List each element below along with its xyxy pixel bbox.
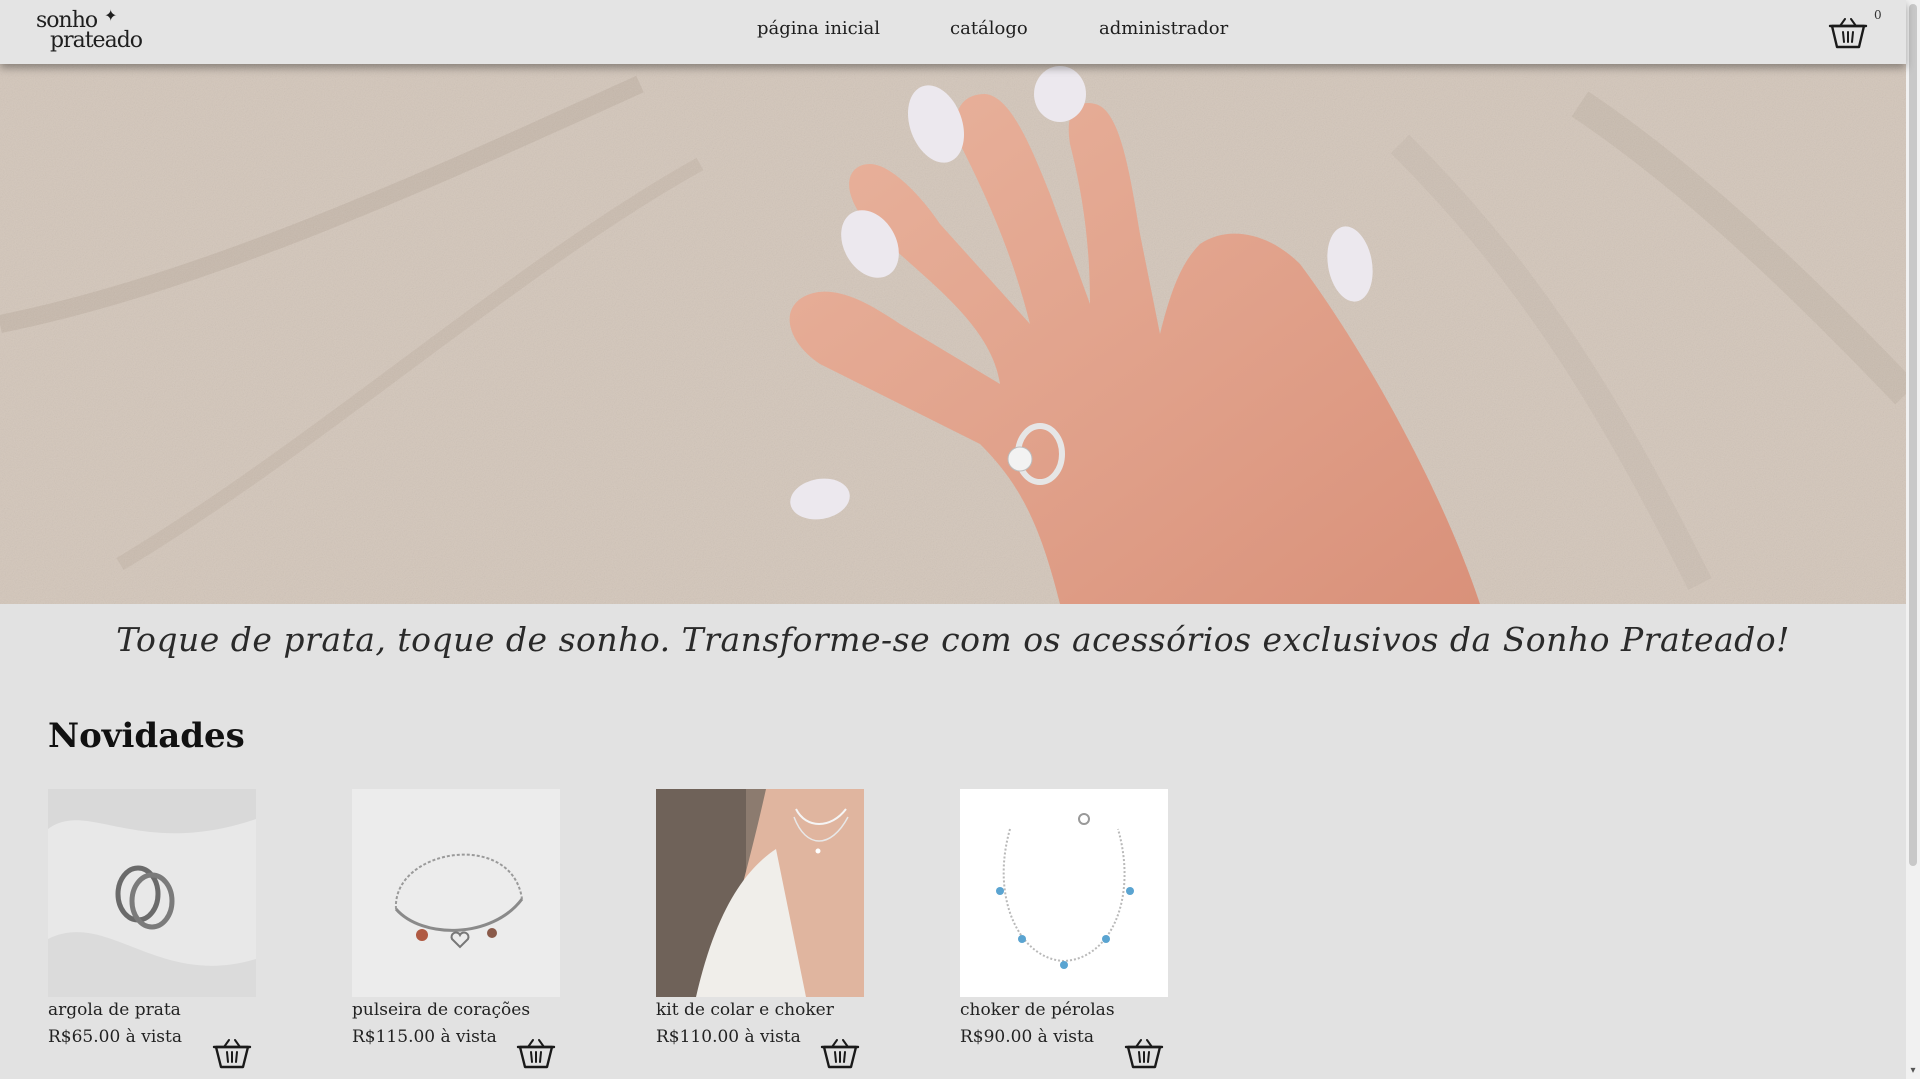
vertical-scrollbar[interactable]: ▾ — [1906, 0, 1920, 1079]
product-name[interactable]: choker de pérolas — [960, 1000, 1115, 1020]
product-name[interactable]: argola de prata — [48, 1000, 181, 1020]
cart-count-badge: 0 — [1874, 8, 1882, 22]
site-header: sonho ✦ prateado página inicial catálogo… — [0, 0, 1906, 64]
product-price: R$110.00 à vista — [656, 1027, 801, 1047]
product-name[interactable]: pulseira de corações — [352, 1000, 530, 1020]
product-price: R$65.00 à vista — [48, 1027, 182, 1047]
add-to-cart-basket-icon[interactable] — [212, 1037, 252, 1069]
scrollbar-thumb[interactable] — [1909, 4, 1917, 866]
product-price: R$90.00 à vista — [960, 1027, 1094, 1047]
product-image-heart-bracelet[interactable] — [352, 789, 560, 997]
basket-icon — [1828, 18, 1868, 49]
brand-tagline: Toque de prata, toque de sonho. Transfor… — [116, 620, 1790, 659]
add-to-cart-basket-icon[interactable] — [516, 1037, 556, 1069]
nav-item-admin[interactable]: administrador — [1099, 18, 1228, 39]
product-card[interactable]: kit de colar e choker R$110.00 à vista — [656, 789, 916, 1069]
product-image-silver-rings[interactable] — [48, 789, 256, 997]
nav-item-catalog[interactable]: catálogo — [950, 18, 1028, 39]
logo-text-prateado: prateado — [50, 28, 143, 53]
product-price: R$115.00 à vista — [352, 1027, 497, 1047]
hero-banner-image — [0, 64, 1906, 604]
cart-button[interactable] — [1828, 16, 1868, 50]
product-image-necklace-choker[interactable] — [656, 789, 864, 997]
page: sonho ✦ prateado página inicial catálogo… — [0, 0, 1920, 1079]
nav-item-home[interactable]: página inicial — [757, 18, 880, 39]
product-card[interactable]: choker de pérolas R$90.00 à vista — [960, 789, 1220, 1069]
product-image-blue-stone-bracelet[interactable] — [960, 789, 1168, 997]
scroll-down-arrow-icon[interactable]: ▾ — [1906, 1065, 1920, 1077]
hero-illustration — [0, 64, 1906, 604]
product-name[interactable]: kit de colar e choker — [656, 1000, 834, 1020]
brand-logo[interactable]: sonho ✦ prateado — [36, 6, 146, 58]
product-card[interactable]: argola de prata R$65.00 à vista — [48, 789, 308, 1069]
product-card[interactable]: pulseira de corações R$115.00 à vista — [352, 789, 612, 1069]
add-to-cart-basket-icon[interactable] — [820, 1037, 860, 1069]
add-to-cart-basket-icon[interactable] — [1124, 1037, 1164, 1069]
section-title-novidades: Novidades — [48, 716, 245, 756]
sparkle-icon: ✦ — [104, 6, 118, 25]
